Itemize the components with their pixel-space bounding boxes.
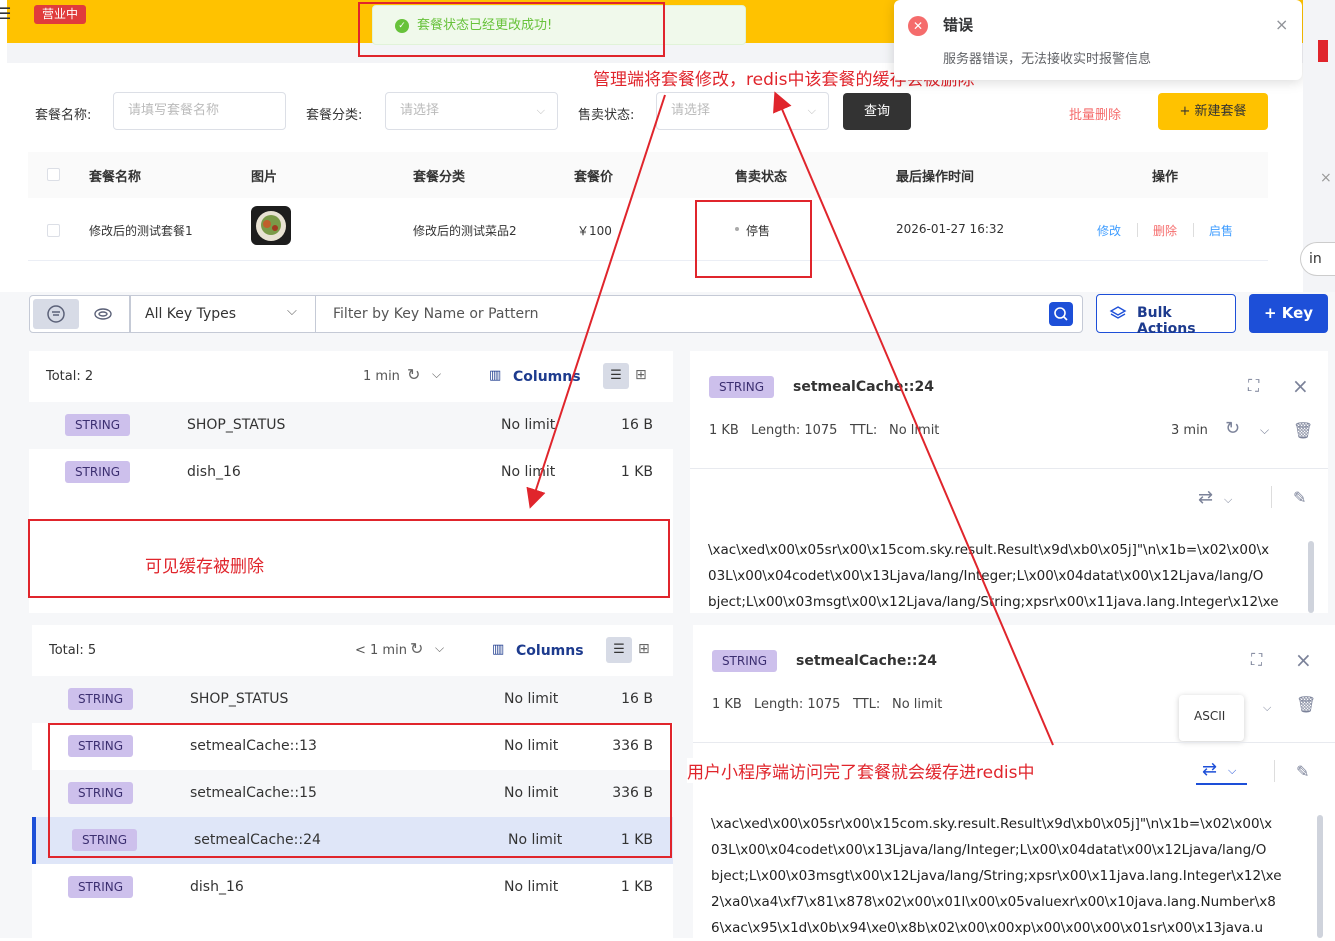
arrow-to-sale-status — [773, 91, 1054, 746]
arrow-to-key-list — [526, 94, 666, 509]
annotation-arrows — [526, 91, 1054, 746]
